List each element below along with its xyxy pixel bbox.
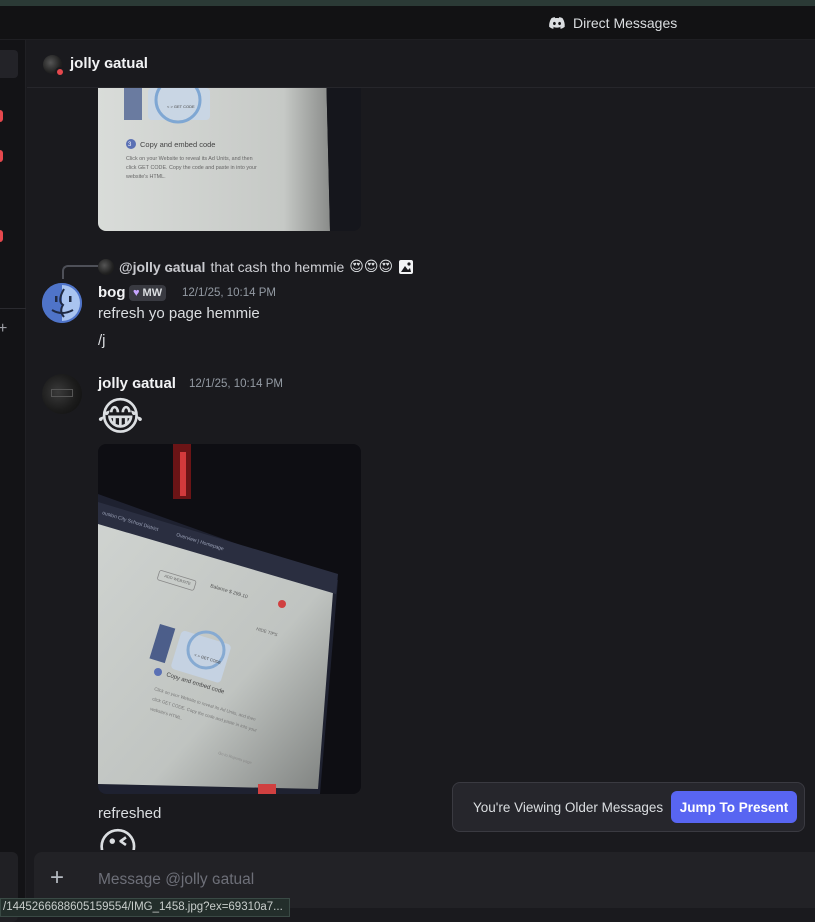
- message-text: refreshed: [98, 805, 162, 822]
- message-text: /j: [98, 332, 106, 349]
- avatar[interactable]: [42, 283, 82, 323]
- message-timestamp[interactable]: 12/1/25, 10:14 PM: [182, 287, 276, 299]
- dm-recipient-name[interactable]: jolly ɢatual: [70, 55, 148, 72]
- image-attachment[interactable]: ouston City School District Overview | H…: [98, 444, 361, 794]
- svg-text:Click on your Website to revea: Click on your Website to reveal its Ad U…: [126, 156, 253, 162]
- heart-icon: ♥: [133, 287, 140, 299]
- older-messages-text: You're Viewing Older Messages: [473, 800, 664, 815]
- window-title: Direct Messages: [573, 15, 678, 31]
- message-list[interactable]: < > GET CODE 3 Copy and embed code Click…: [27, 88, 815, 850]
- emoji-joy[interactable]: 😂: [97, 393, 144, 441]
- sidebar-divider: [0, 308, 26, 309]
- dm-search-input[interactable]: [0, 50, 18, 78]
- message-author[interactable]: bog: [98, 284, 126, 301]
- guild-tag-badge[interactable]: ♥ MW: [129, 285, 167, 301]
- avatar[interactable]: [42, 374, 82, 414]
- avatar[interactable]: [43, 55, 65, 77]
- reply-author[interactable]: @jolly ɢatual: [119, 259, 205, 275]
- photo-screen-image: < > GET CODE 3 Copy and embed code Click…: [98, 88, 361, 231]
- emoji-wink[interactable]: 😉: [97, 824, 139, 850]
- image-attachment[interactable]: < > GET CODE 3 Copy and embed code Click…: [98, 88, 361, 231]
- reply-reference[interactable]: @jolly ɢatual that cash tho hemmie 😍😍😍: [98, 258, 414, 275]
- unread-indicator: [0, 230, 3, 242]
- message-text: refresh yo page hemmie: [98, 305, 260, 322]
- svg-text:< > GET CODE: < > GET CODE: [167, 104, 195, 109]
- message-input[interactable]: Message @jolly ɢatual: [98, 871, 254, 889]
- discord-icon: [549, 17, 565, 29]
- message-timestamp[interactable]: 12/1/25, 10:14 PM: [189, 378, 283, 390]
- link-status-url: /1445266688605159554/IMG_1458.jpg?ex=693…: [0, 898, 290, 917]
- svg-text:Copy and embed code: Copy and embed code: [140, 140, 215, 149]
- avatar: [98, 258, 114, 275]
- reply-emojis: 😍😍😍: [349, 258, 394, 274]
- photo-laptop-image: ouston City School District Overview | H…: [98, 444, 361, 794]
- status-dnd-icon: [55, 67, 65, 77]
- finder-face-icon: [42, 283, 82, 323]
- create-dm-icon[interactable]: +: [0, 320, 7, 338]
- channel-header: jolly ɢatual: [27, 40, 815, 88]
- guild-tag-label: MW: [142, 287, 163, 299]
- svg-text:click GET CODE. Copy the code: click GET CODE. Copy the code and paste …: [126, 165, 257, 171]
- avatar-logo: [51, 389, 73, 397]
- reply-connector: [62, 265, 98, 279]
- message-author[interactable]: jolly ɢatual: [98, 375, 176, 392]
- unread-indicator: [0, 110, 3, 122]
- reply-text: that cash tho hemmie: [210, 258, 345, 275]
- jump-to-present-button[interactable]: Jump To Present: [671, 791, 797, 823]
- older-messages-bar: You're Viewing Older Messages Jump To Pr…: [452, 782, 805, 832]
- unread-indicator: [0, 150, 3, 162]
- dm-sidebar-edge: +: [0, 40, 26, 922]
- image-icon: [399, 259, 414, 274]
- attach-plus-icon[interactable]: +: [50, 866, 64, 890]
- svg-text:website's HTML.: website's HTML.: [125, 174, 166, 180]
- title-bar: Direct Messages: [0, 6, 815, 40]
